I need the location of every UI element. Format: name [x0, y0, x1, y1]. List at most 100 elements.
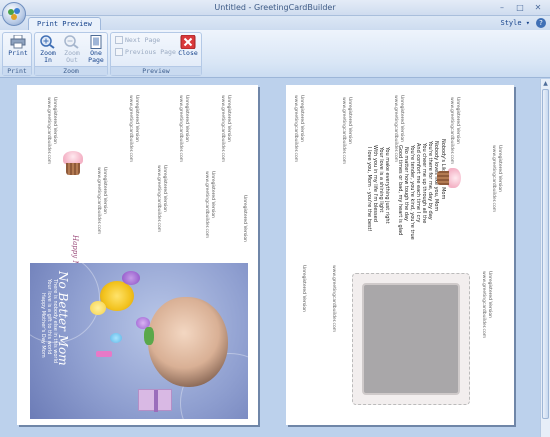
card-title: No Better Mom	[56, 271, 70, 366]
watermark-text: Unregistered Version	[134, 95, 139, 143]
close-preview-button[interactable]: Close	[177, 34, 199, 57]
maximize-button[interactable]: □	[512, 2, 528, 13]
watermark-text: Unregistered Version	[102, 167, 107, 215]
mother-daughter-photo	[148, 297, 228, 387]
watermark-url: www.greetingcardbuilder.com	[220, 95, 225, 163]
watermark-url: www.greetingcardbuilder.com	[481, 271, 486, 339]
previous-page-button[interactable]: Previous Page	[115, 48, 176, 56]
window-controls: – □ ✕	[494, 2, 546, 13]
watermark-url: www.greetingcardbuilder.com	[96, 167, 101, 235]
poem-line: You cheer me up through all the	[421, 143, 427, 224]
application-menu-button[interactable]	[2, 2, 26, 26]
print-button[interactable]: Print	[6, 34, 30, 57]
close-label: Close	[178, 49, 198, 57]
caption-line: There is nobody else in this world	[52, 279, 58, 364]
poem-line: No matter how tough the day	[403, 147, 409, 221]
watermark-url: www.greetingcardbuilder.com	[491, 145, 496, 213]
next-page-button[interactable]: Next Page	[115, 36, 160, 44]
zoom-in-icon	[40, 35, 56, 49]
watermark-url: www.greetingcardbuilder.com	[156, 165, 161, 233]
photo-placeholder[interactable]	[352, 273, 470, 405]
zoom-out-icon	[64, 35, 80, 49]
tab-print-preview[interactable]: Print Preview	[28, 17, 101, 30]
poem-line: You're there for me, day by day	[427, 141, 433, 220]
cupcake-image	[435, 166, 461, 190]
close-icon	[180, 34, 196, 50]
watermark-text: Unregistered Version	[242, 195, 247, 243]
watermark-url: www.greetingcardbuilder.com	[331, 265, 336, 333]
watermark-text: Unregistered Version	[399, 95, 404, 143]
printer-icon	[10, 34, 26, 49]
card-front-image: No Better Mom There is nobody else in th…	[30, 263, 248, 419]
watermark-text: Unregistered Version	[299, 95, 304, 143]
blue-flower	[110, 333, 122, 343]
watermark-url: www.greetingcardbuilder.com	[178, 95, 183, 163]
style-menu[interactable]: Style ▾	[500, 19, 530, 27]
poem-line: I love you, Mom - you're the best!	[366, 147, 372, 232]
gift-tag	[96, 351, 112, 357]
watermark-text: Unregistered Version	[301, 265, 306, 313]
ribbon: Print Print Zoom In Zoom Out One Page Zo…	[0, 30, 550, 78]
cupcake-image	[61, 151, 85, 177]
previous-page-label: Previous Page	[125, 48, 176, 56]
watermark-url: www.greetingcardbuilder.com	[449, 97, 454, 165]
preview-group-label: Preview	[111, 66, 201, 75]
preview-group: Next Page Previous Page Close Preview	[110, 32, 202, 76]
poem-line: You make everything just right	[384, 147, 390, 224]
watermark-url: www.greetingcardbuilder.com	[46, 97, 51, 165]
next-page-icon	[115, 36, 123, 44]
print-group: Print Print	[2, 32, 32, 76]
poem-line: Your love is a shining light	[378, 147, 384, 213]
watermark-text: Unregistered Version	[184, 95, 189, 143]
vertical-scrollbar[interactable]: ▲	[540, 79, 550, 437]
preview-page-1: Unregistered Version www.greetingcardbui…	[17, 85, 258, 425]
poem-line: And comfort me each time I cry	[415, 143, 421, 223]
title-bar: Untitled - GreetingCardBuilder – □ ✕	[0, 0, 550, 16]
watermark-url: www.greetingcardbuilder.com	[293, 95, 298, 163]
logo-dot-orange	[11, 14, 17, 20]
scroll-up-icon[interactable]: ▲	[541, 79, 550, 88]
zoom-in-button[interactable]: Zoom In	[37, 35, 59, 64]
help-icon[interactable]: ?	[536, 18, 546, 28]
gift-box	[138, 389, 172, 412]
previous-page-icon	[115, 48, 123, 56]
close-window-button[interactable]: ✕	[530, 2, 546, 13]
purple-flower	[122, 271, 140, 285]
minimize-button[interactable]: –	[494, 2, 510, 13]
watermark-text: Unregistered Version	[226, 95, 231, 143]
placeholder-inner	[362, 283, 460, 395]
page-icon	[88, 35, 104, 49]
watermark-text: Unregistered Version	[497, 145, 502, 193]
watermark-text: Unregistered Version	[347, 97, 352, 145]
next-page-label: Next Page	[125, 36, 161, 44]
watermark-url: www.greetingcardbuilder.com	[128, 95, 133, 163]
caption-line: Happy Mother's Day Mom	[40, 293, 46, 358]
zoom-out-label-2: Out	[66, 56, 78, 64]
watermark-url: www.greetingcardbuilder.com	[204, 171, 209, 239]
scroll-thumb[interactable]	[542, 89, 549, 419]
poem-line: With you in my life I'm blessed	[372, 145, 378, 222]
zoom-in-label-2: In	[44, 56, 52, 64]
leaf	[144, 327, 154, 345]
watermark-url: www.greetingcardbuilder.com	[341, 97, 346, 165]
poem-line: Good times or bad, my heart is glad	[397, 145, 403, 236]
watermark-text: Unregistered Version	[455, 97, 460, 145]
print-group-label: Print	[3, 66, 31, 75]
print-label: Print	[8, 49, 28, 57]
zoom-group-label: Zoom	[35, 66, 107, 75]
zoom-out-button[interactable]: Zoom Out	[61, 35, 83, 64]
ribbon-tab-row: Print Preview Style ▾ ?	[0, 16, 550, 30]
one-page-label-2: Page	[88, 56, 104, 64]
window-title: Untitled - GreetingCardBuilder	[214, 3, 336, 12]
watermark-text: Unregistered Version	[51, 97, 57, 144]
logo-dot-blue	[14, 8, 20, 14]
preview-page-2: Unregistered Version www.greetingcardbui…	[286, 85, 514, 425]
watermark-text: Unregistered Version	[162, 165, 167, 213]
watermark-text: Unregistered Version	[210, 171, 215, 219]
preview-workspace: Unregistered Version www.greetingcardbui…	[0, 79, 540, 437]
caption-line: Your love is a gift to this world	[46, 279, 52, 355]
lily-flower	[90, 301, 106, 315]
zoom-group: Zoom In Zoom Out One Page Zoom	[34, 32, 108, 76]
one-page-button[interactable]: One Page	[85, 35, 107, 64]
watermark-unregistered: Unregistered Version	[52, 97, 57, 145]
